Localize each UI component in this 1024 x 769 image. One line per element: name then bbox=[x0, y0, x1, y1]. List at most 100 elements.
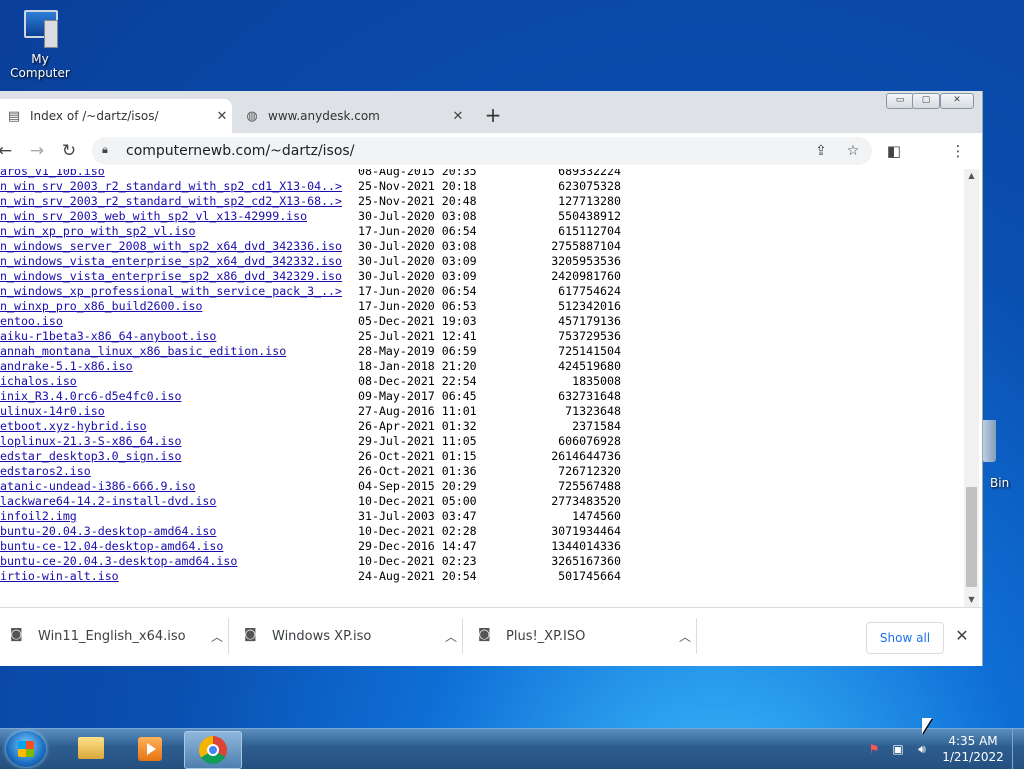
scroll-up-icon[interactable]: ▲ bbox=[964, 169, 979, 183]
file-link[interactable]: atanic-undead-i386-666.9.iso bbox=[0, 479, 358, 494]
menu-kebab-icon[interactable]: ⋮ bbox=[948, 141, 968, 161]
taskbar-media-player[interactable] bbox=[122, 731, 178, 767]
file-size: 1474560 bbox=[572, 509, 621, 523]
desktop-icon-recycle-bin[interactable]: Bin bbox=[982, 420, 1024, 490]
chevron-up-icon[interactable]: ︿ bbox=[674, 628, 696, 645]
tab-anydesk[interactable]: ◍ www.anydesk.com ✕ bbox=[238, 99, 468, 133]
file-link[interactable]: n_windows_server_2008_with_sp2_x64_dvd_3… bbox=[0, 239, 358, 254]
file-link[interactable]: buntu-ce-20.04.3-desktop-amd64.iso bbox=[0, 554, 358, 569]
download-filename: Plus!_XP.ISO bbox=[506, 628, 586, 644]
table-row: annah_montana_linux_x86_basic_edition.is… bbox=[0, 344, 621, 359]
volume-icon[interactable]: 🔊︎ bbox=[914, 741, 930, 757]
file-date: 10-Dec-2021 02:28 bbox=[358, 524, 477, 538]
file-date: 10-Dec-2021 02:23 bbox=[358, 554, 477, 568]
table-row: n_windows_server_2008_with_sp2_x64_dvd_3… bbox=[0, 239, 621, 254]
file-link[interactable]: lackware64-14.2-install-dvd.iso bbox=[0, 494, 358, 509]
file-link[interactable]: aiku-r1beta3-x86_64-anyboot.iso bbox=[0, 329, 358, 344]
download-item[interactable]: ◙ Plus!_XP.ISO ︿ bbox=[468, 618, 697, 654]
file-link[interactable]: n_win_srv_2003_r2_standard_with_sp2_cd1_… bbox=[0, 179, 358, 194]
file-date: 17-Jun-2020 06:53 bbox=[358, 299, 477, 313]
file-link[interactable]: infoil2.img bbox=[0, 509, 358, 524]
table-row: n_windows_vista_enterprise_sp2_x64_dvd_3… bbox=[0, 254, 621, 269]
desktop-icon-my-computer[interactable]: My Computer bbox=[0, 8, 80, 80]
table-row: edstar_desktop3.0_sign.iso 26-Oct-2021 01… bbox=[0, 449, 621, 464]
file-size: 2371584 bbox=[572, 419, 621, 433]
file-size: 3205953536 bbox=[551, 254, 621, 268]
close-icon[interactable]: ✕ bbox=[954, 626, 970, 646]
file-link[interactable]: n_windows_vista_enterprise_sp2_x64_dvd_3… bbox=[0, 254, 358, 269]
taskbar-explorer[interactable] bbox=[62, 731, 118, 767]
table-row: infoil2.img 31-Jul-2003 03:47 1474560 bbox=[0, 509, 621, 524]
file-link[interactable]: annah_montana_linux_x86_basic_edition.is… bbox=[0, 344, 358, 359]
file-link[interactable]: edstar_desktop3.0_sign.iso bbox=[0, 449, 358, 464]
file-date: 30-Jul-2020 03:09 bbox=[358, 269, 477, 283]
file-link[interactable]: buntu-ce-12.04-desktop-amd64.iso bbox=[0, 539, 358, 554]
file-link[interactable]: n_windows_xp_professional_with_service_p… bbox=[0, 284, 358, 299]
reload-icon[interactable]: ↻ bbox=[58, 140, 80, 162]
table-row: buntu-20.04.3-desktop-amd64.iso 10-Dec-20… bbox=[0, 524, 621, 539]
file-link[interactable]: entoo.iso bbox=[0, 314, 358, 329]
table-row: entoo.iso 05-Dec-2021 19:03 457179136 bbox=[0, 314, 621, 329]
file-link[interactable]: irtio-win-alt.iso bbox=[0, 569, 358, 584]
address-bar[interactable]: 🔒︎ computernewb.com/~dartz/isos/ ⇪ ☆ bbox=[92, 137, 872, 165]
back-arrow-icon[interactable]: ← bbox=[0, 140, 16, 162]
action-center-flag-icon[interactable]: ⚑ bbox=[866, 741, 882, 757]
file-date: 17-Jun-2020 06:54 bbox=[358, 284, 477, 298]
minimize-button[interactable]: ▭ bbox=[886, 93, 914, 109]
file-size: 3265167360 bbox=[551, 554, 621, 568]
file-link[interactable]: n_windows_vista_enterprise_sp2_x86_dvd_3… bbox=[0, 269, 358, 284]
file-link[interactable]: inix_R3.4.0rc6-d5e4fc0.iso bbox=[0, 389, 358, 404]
url-text[interactable]: computernewb.com/~dartz/isos/ bbox=[126, 143, 354, 159]
file-date: 29-Dec-2016 14:47 bbox=[358, 539, 477, 553]
file-link[interactable]: buntu-20.04.3-desktop-amd64.iso bbox=[0, 524, 358, 539]
maximize-button[interactable]: ▢ bbox=[912, 93, 940, 109]
close-window-button[interactable]: ✕ bbox=[940, 93, 974, 109]
file-link[interactable]: aros_v1_10b.iso bbox=[0, 169, 358, 179]
download-bar: ◙ Win11_English_x64.iso ︿ ◙ Windows XP.i… bbox=[0, 607, 982, 666]
disc-file-icon: ◙ bbox=[10, 627, 23, 642]
browser-toolbar: ← → ↻ 🔒︎ computernewb.com/~dartz/isos/ ⇪… bbox=[0, 133, 982, 169]
download-item[interactable]: ◙ Windows XP.iso ︿ bbox=[234, 618, 463, 654]
start-button[interactable] bbox=[6, 731, 46, 767]
file-size: 424519680 bbox=[558, 359, 621, 373]
show-desktop-button[interactable] bbox=[1012, 729, 1024, 769]
new-tab-button[interactable]: + bbox=[482, 105, 504, 127]
network-icon[interactable]: ▣ bbox=[890, 741, 906, 757]
file-link[interactable]: loplinux-21.3-S-x86_64.iso bbox=[0, 434, 358, 449]
file-size: 617754624 bbox=[558, 284, 621, 298]
file-link[interactable]: ichalos.iso bbox=[0, 374, 358, 389]
file-size: 550438912 bbox=[558, 209, 621, 223]
file-link[interactable]: n_win_srv_2003_r2_standard_with_sp2_cd2_… bbox=[0, 194, 358, 209]
recycle-bin-icon bbox=[982, 420, 996, 462]
tab-index-of-isos[interactable]: ▤ Index of /~dartz/isos/ ✕ bbox=[0, 99, 232, 133]
table-row: aiku-r1beta3-x86_64-anyboot.iso 25-Jul-20… bbox=[0, 329, 621, 344]
vertical-scrollbar[interactable]: ▲ ▼ bbox=[964, 169, 979, 607]
show-all-button[interactable]: Show all bbox=[866, 622, 944, 654]
share-icon[interactable]: ⇪ bbox=[812, 142, 830, 160]
forward-arrow-icon[interactable]: → bbox=[26, 140, 48, 162]
file-link[interactable]: n_win_xp_pro_with_sp2_vl.iso bbox=[0, 224, 358, 239]
scrollbar-thumb[interactable] bbox=[966, 487, 977, 587]
scroll-down-icon[interactable]: ▼ bbox=[964, 593, 979, 607]
bookmark-star-icon[interactable]: ☆ bbox=[844, 142, 862, 160]
taskbar-chrome[interactable] bbox=[184, 731, 242, 769]
system-clock[interactable]: 4:35 AM 1/21/2022 bbox=[940, 733, 1006, 765]
file-date: 17-Jun-2020 06:54 bbox=[358, 224, 477, 238]
file-link[interactable]: n_winxp_pro_x86_build2600.iso bbox=[0, 299, 358, 314]
file-link[interactable]: etboot.xyz-hybrid.iso bbox=[0, 419, 358, 434]
file-link[interactable]: ulinux-14r0.iso bbox=[0, 404, 358, 419]
download-item[interactable]: ◙ Win11_English_x64.iso ︿ bbox=[0, 618, 229, 654]
table-row: buntu-ce-12.04-desktop-amd64.iso 29-Dec-2… bbox=[0, 539, 621, 554]
globe-icon: ◍ bbox=[246, 108, 258, 124]
file-link[interactable]: andrake-5.1-x86.iso bbox=[0, 359, 358, 374]
table-row: n_windows_xp_professional_with_service_p… bbox=[0, 284, 621, 299]
side-panel-icon[interactable]: ◧ bbox=[884, 141, 904, 161]
file-link[interactable]: n_win_srv_2003_web_with_sp2_vl_x13-42999… bbox=[0, 209, 358, 224]
chevron-up-icon[interactable]: ︿ bbox=[206, 628, 228, 645]
tab-close-icon[interactable]: ✕ bbox=[212, 109, 232, 124]
tab-close-icon[interactable]: ✕ bbox=[448, 109, 468, 124]
table-row: loplinux-21.3-S-x86_64.iso 29-Jul-2021 11… bbox=[0, 434, 621, 449]
chevron-up-icon[interactable]: ︿ bbox=[440, 628, 462, 645]
media-player-icon bbox=[138, 737, 162, 761]
file-link[interactable]: edstaros2.iso bbox=[0, 464, 358, 479]
